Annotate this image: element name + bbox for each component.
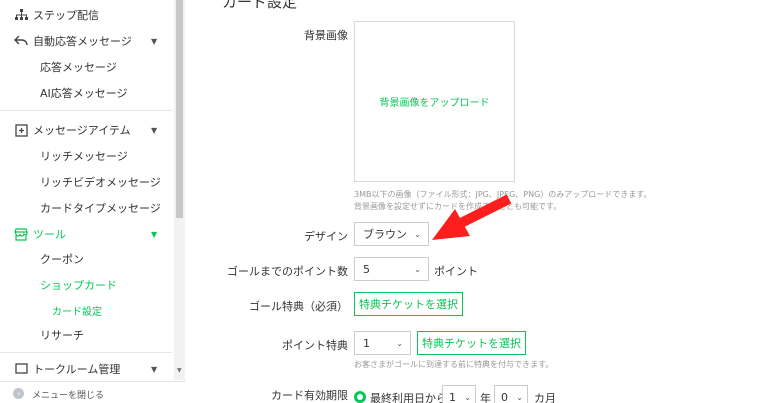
background-label: 背景画像 xyxy=(304,29,348,42)
sidebar-item-label: リサーチ xyxy=(40,329,84,342)
sidebar-item-card-type-message[interactable]: カードタイプメッセージ xyxy=(0,196,172,220)
close-menu-button[interactable]: ‹ メニューを閉じる xyxy=(0,381,185,403)
goal-reward-label: ゴール特典（必須） xyxy=(249,300,348,313)
expiry-label: カード有効期限 xyxy=(271,389,348,402)
chevron-down-icon: ⌄ xyxy=(464,392,471,402)
sidebar-item-ai-reply-message[interactable]: AI応答メッセージ xyxy=(0,81,172,105)
months-unit: カ月 xyxy=(534,392,556,403)
sidebar-item-talk-room[interactable]: トークルーム管理 ▼ xyxy=(0,360,172,378)
sidebar-item-research[interactable]: リサーチ xyxy=(0,323,172,347)
sidebar-item-card-settings[interactable]: カード設定 xyxy=(0,298,172,322)
design-label: デザイン xyxy=(304,230,348,243)
sidebar-item-shop-card[interactable]: ショップカード xyxy=(0,273,172,297)
sidebar-item-tools[interactable]: ツール ▼ xyxy=(0,222,172,246)
expiry-radio[interactable] xyxy=(354,391,366,403)
design-select[interactable]: ブラウン ⌄ xyxy=(354,222,429,246)
main-content: カード設定 背景画像 背景画像をアップロード 3MB以下の画像（ファイル形式：J… xyxy=(186,0,768,403)
caret-down-icon: ▼ xyxy=(151,229,158,239)
chevron-left-icon: ‹ xyxy=(13,388,24,399)
divider xyxy=(0,352,172,353)
sidebar-item-rich-message[interactable]: リッチメッセージ xyxy=(0,144,172,168)
sidebar-scroll-thumb[interactable] xyxy=(176,0,183,218)
hierarchy-icon xyxy=(14,8,28,22)
sidebar-item-reply-message[interactable]: 応答メッセージ xyxy=(0,55,172,79)
sidebar: ステップ配信 自動応答メッセージ ▼ 応答メッセージ AI応答メッセージ メッセ… xyxy=(0,0,185,403)
message-plus-icon xyxy=(14,123,28,137)
scroll-down-icon[interactable]: ▼ xyxy=(177,367,182,374)
sidebar-item-label: リッチメッセージ xyxy=(40,150,128,163)
sidebar-item-label: AI応答メッセージ xyxy=(40,87,128,100)
chevron-down-icon: ⌄ xyxy=(414,229,421,239)
sidebar-item-label: カード設定 xyxy=(52,306,102,318)
months-select[interactable]: 0 ⌄ xyxy=(494,385,528,403)
sidebar-item-label: リッチビデオメッセージ xyxy=(40,176,161,189)
sidebar-item-label: 自動応答メッセージ xyxy=(33,35,132,48)
sidebar-item-label: ショップカード xyxy=(40,279,117,292)
sidebar-item-step-delivery[interactable]: ステップ配信 xyxy=(0,3,172,27)
caret-down-icon: ▼ xyxy=(151,36,158,46)
expiry-option-label: 最終利用日から xyxy=(370,392,447,403)
close-menu-label: メニューを閉じる xyxy=(32,391,105,401)
goal-points-label: ゴールまでのポイント数 xyxy=(227,265,348,278)
caret-down-icon: ▼ xyxy=(151,125,158,135)
upload-link[interactable]: 背景画像をアップロード xyxy=(380,94,490,109)
sidebar-item-auto-reply[interactable]: 自動応答メッセージ ▼ xyxy=(0,29,172,53)
caret-down-icon: ▼ xyxy=(151,364,158,374)
goal-points-select[interactable]: 5 ⌄ xyxy=(354,257,429,281)
sidebar-item-label: 応答メッセージ xyxy=(40,61,117,74)
sidebar-item-coupon[interactable]: クーポン xyxy=(0,247,172,271)
reply-icon xyxy=(14,34,28,48)
chevron-down-icon: ⌄ xyxy=(516,392,523,402)
page-title: カード設定 xyxy=(222,0,298,11)
point-reward-label: ポイント特典 xyxy=(282,339,348,352)
sidebar-item-label: ツール xyxy=(33,228,66,241)
sidebar-item-label: ステップ配信 xyxy=(33,9,99,22)
sidebar-item-label: トークルーム管理 xyxy=(33,363,121,376)
point-reward-note: お客さまがゴールに到達する前に特典を付与できます。 xyxy=(354,360,554,369)
point-select-ticket-button[interactable]: 特典チケットを選択 xyxy=(417,331,526,355)
chevron-down-icon: ⌄ xyxy=(414,264,421,274)
background-upload-area[interactable]: 背景画像をアップロード xyxy=(354,21,515,182)
divider xyxy=(0,110,172,111)
sidebar-item-rich-video-message[interactable]: リッチビデオメッセージ xyxy=(0,170,172,194)
goal-select-ticket-button[interactable]: 特典チケットを選択 xyxy=(354,292,463,316)
points-unit: ポイント xyxy=(434,265,478,278)
upload-note: 3MB以下の画像（ファイル形式：JPG、JPEG、PNG）のみアップロードできま… xyxy=(354,190,652,199)
chevron-down-icon: ⌄ xyxy=(396,338,403,348)
sidebar-item-label: カードタイプメッセージ xyxy=(40,202,161,215)
sidebar-item-label: クーポン xyxy=(40,253,84,266)
upload-note: 背景画像を設定せずにカードを作成することも可能です。 xyxy=(354,202,562,211)
years-select[interactable]: 1 ⌄ xyxy=(442,385,476,403)
sidebar-item-label: メッセージアイテム xyxy=(33,124,131,137)
point-reward-select[interactable]: 1 ⌄ xyxy=(354,331,411,355)
chat-room-icon xyxy=(14,362,28,376)
years-unit: 年 xyxy=(480,392,491,403)
sidebar-item-message-items[interactable]: メッセージアイテム ▼ xyxy=(0,118,172,142)
shop-icon xyxy=(14,227,28,241)
